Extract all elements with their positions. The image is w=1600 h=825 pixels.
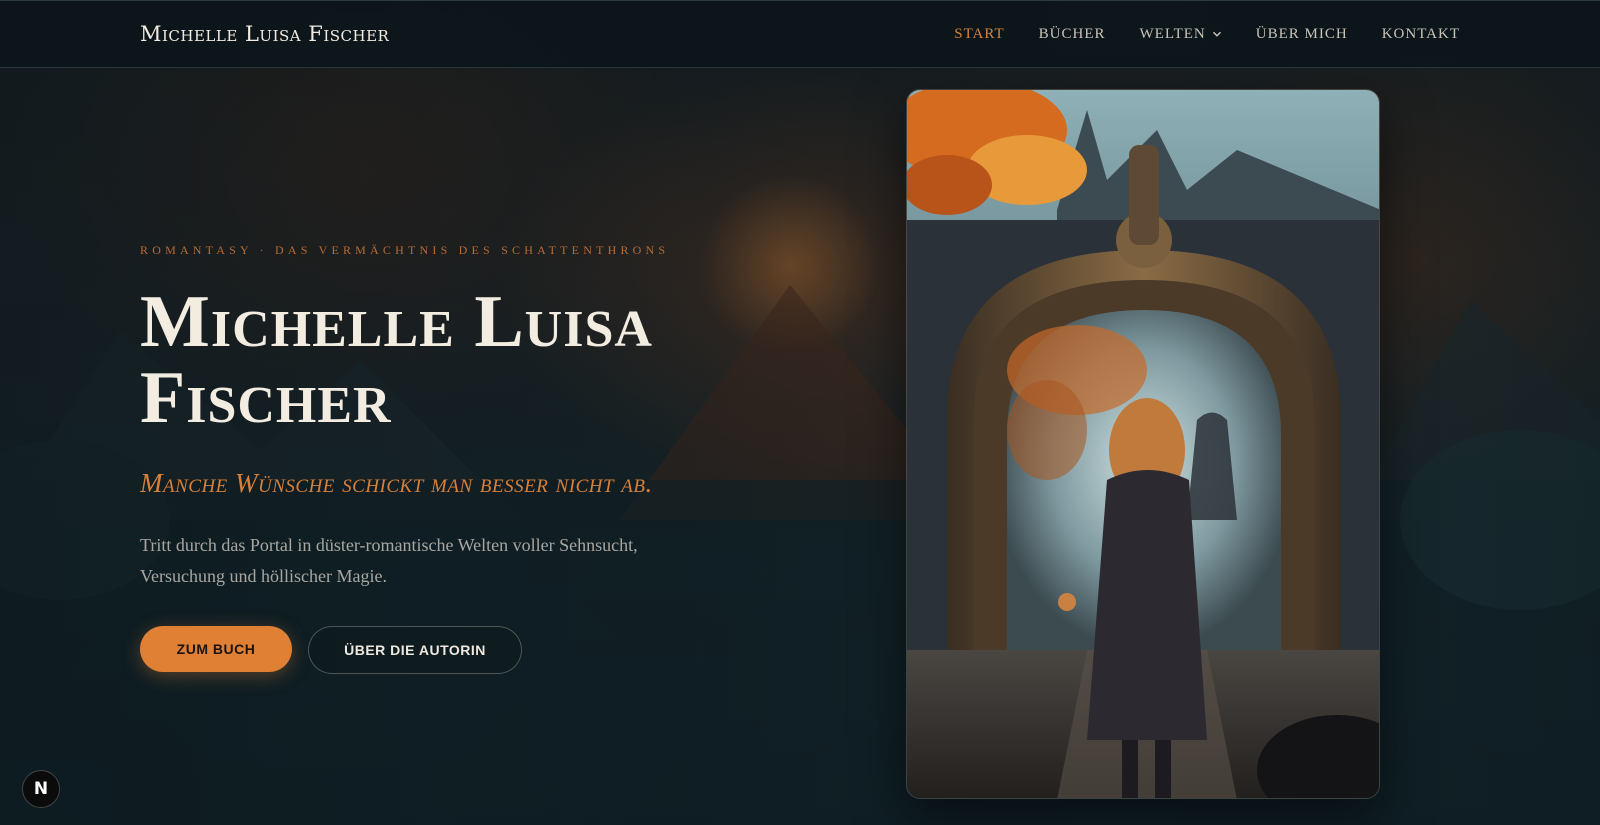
nav-label: BÜCHER [1038,25,1106,42]
hero-lead-text: Tritt durch das Portal in düster-romanti… [140,535,638,586]
hero-title: Michelle Luisa Fischer [140,284,760,436]
main-navigation: START BÜCHER WELTEN ÜBER MICH KONTAKT [954,26,1460,43]
hero-title-line1: Michelle Luisa [140,281,653,363]
ornate-portal-illustration [907,90,1379,798]
nav-label: ÜBER MICH [1255,25,1348,42]
nav-item-ueber-mich[interactable]: ÜBER MICH [1256,26,1348,43]
nav-label: START [954,25,1005,42]
ueber-die-autorin-button[interactable]: ÜBER DIE AUTORIN [308,626,522,674]
book-cover-image [906,89,1380,799]
nav-label: WELTEN [1139,25,1206,42]
hero-eyebrow: ROMANTASY · DAS VERMÄCHTNIS DES SCHATTEN… [140,243,670,257]
nav-item-welten[interactable]: WELTEN [1140,26,1222,43]
nav-item-kontakt[interactable]: KONTAKT [1382,26,1460,43]
nextjs-badge-icon[interactable]: N [22,770,60,808]
nav-item-start[interactable]: START [954,26,1004,43]
site-brand[interactable]: Michelle Luisa Fischer [140,22,389,46]
site-header: Michelle Luisa Fischer START BÜCHER WELT… [0,0,1600,68]
hero-tagline: Manche Wünsche schickt man besser nicht … [140,468,653,498]
nav-label: KONTAKT [1381,25,1460,42]
hero-title-line2: Fischer [140,357,392,439]
chevron-down-icon [1212,31,1221,37]
nav-item-buecher[interactable]: BÜCHER [1039,26,1106,43]
zum-buch-button[interactable]: ZUM BUCH [140,626,292,672]
